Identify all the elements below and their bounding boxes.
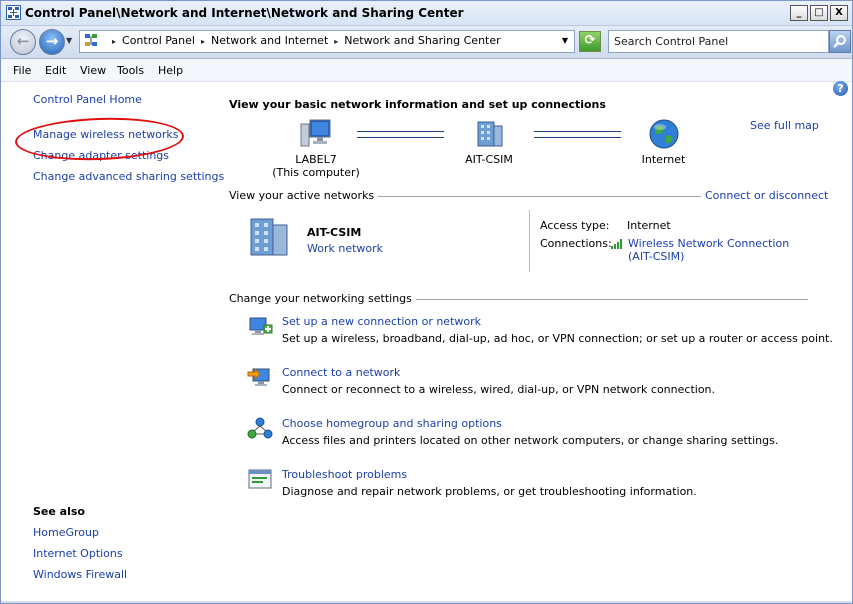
- window-title: Control Panel\Network and Internet\Netwo…: [25, 6, 464, 20]
- breadcrumb-network-and-internet[interactable]: Network and Internet: [211, 34, 328, 47]
- network-building-icon: [477, 121, 503, 147]
- globe-icon: [649, 119, 678, 149]
- window-bottom-border: [1, 601, 852, 603]
- menu-view[interactable]: View: [80, 64, 106, 77]
- network-center-icon: [6, 5, 21, 20]
- address-bar[interactable]: ▸ Control Panel ▸ Network and Internet ▸ Netw…: [79, 30, 575, 53]
- vertical-divider: [529, 210, 530, 272]
- active-network-name: AIT-CSIM: [307, 226, 362, 239]
- wireless-connection-link[interactable]: Wireless Network Connection: [628, 237, 789, 250]
- troubleshoot-problems-link[interactable]: Troubleshoot problems: [282, 468, 407, 481]
- access-type-label: Access type:: [540, 219, 610, 232]
- connect-network-icon: [247, 367, 270, 386]
- change-advanced-sharing-settings-link[interactable]: Change advanced sharing settings: [33, 170, 224, 183]
- chevron-right-icon[interactable]: ▸: [334, 37, 338, 46]
- search-placeholder: Search Control Panel: [614, 35, 729, 48]
- connect-or-disconnect-link[interactable]: Connect or disconnect: [701, 189, 829, 202]
- address-history-dropdown[interactable]: ▼: [562, 36, 568, 45]
- computer-sublabel: (This computer): [272, 166, 360, 179]
- title-bar: Control Panel\Network and Internet\Netwo…: [1, 1, 852, 26]
- control-panel-icon: [85, 34, 97, 46]
- breadcrumb-network-and-sharing-center[interactable]: Network and Sharing Center: [344, 34, 500, 47]
- address-toolbar: ← → ▼ ▸ Control Panel ▸ Network and Interne…: [1, 26, 852, 59]
- control-panel-home-link[interactable]: Control Panel Home: [33, 93, 142, 106]
- breadcrumb-control-panel[interactable]: Control Panel: [122, 34, 195, 47]
- forward-arrow-icon: →: [45, 32, 59, 50]
- internet-options-link[interactable]: Internet Options: [33, 547, 123, 560]
- window: Control Panel\Network and Internet\Netwo…: [0, 0, 853, 604]
- networking-settings-heading: Change your networking settings: [229, 292, 416, 305]
- menu-help[interactable]: Help: [158, 64, 183, 77]
- page-title: View your basic network information and …: [229, 98, 606, 111]
- homegroup-icon: [247, 417, 273, 439]
- minimize-button[interactable]: _: [790, 5, 808, 21]
- back-arrow-icon: ←: [16, 32, 30, 50]
- back-button[interactable]: ←: [10, 29, 36, 55]
- homegroup-options-link[interactable]: Choose homegroup and sharing options: [282, 417, 502, 430]
- windows-firewall-link[interactable]: Windows Firewall: [33, 568, 127, 581]
- map-connection-line: [357, 131, 444, 138]
- new-connection-icon: [249, 317, 273, 335]
- help-icon[interactable]: ?: [833, 81, 848, 96]
- recent-pages-dropdown[interactable]: ▼: [66, 36, 72, 45]
- map-node-computer: LABEL7 (This computer): [271, 118, 361, 179]
- breadcrumb: ▸ Control Panel ▸ Network and Internet ▸ Netw…: [106, 34, 501, 47]
- see-also-heading: See also: [33, 505, 85, 518]
- connect-to-network-description: Connect or reconnect to a wireless, wire…: [282, 383, 716, 396]
- close-button[interactable]: X: [830, 5, 848, 21]
- menu-bar: File Edit View Tools Help: [1, 59, 852, 82]
- network-type-link[interactable]: Work network: [307, 242, 383, 255]
- access-type-value: Internet: [627, 219, 671, 232]
- active-networks-heading: View your active networks: [229, 189, 379, 202]
- setup-connection-description: Set up a wireless, broadband, dial-up, a…: [282, 332, 833, 345]
- network-label: AIT-CSIM: [465, 153, 513, 166]
- window-controls: _ □ X: [790, 5, 848, 21]
- work-network-icon[interactable]: [247, 215, 295, 259]
- see-full-map-link[interactable]: See full map: [750, 119, 819, 132]
- map-node-internet: Internet: [626, 118, 701, 166]
- setup-connection-link[interactable]: Set up a new connection or network: [282, 315, 481, 328]
- chevron-right-icon[interactable]: ▸: [201, 37, 205, 46]
- search-icon: [833, 35, 846, 48]
- map-connection-line: [534, 131, 621, 138]
- chevron-right-icon[interactable]: ▸: [112, 37, 116, 46]
- refresh-button[interactable]: ⟳: [579, 31, 601, 52]
- computer-icon: [300, 119, 331, 147]
- wireless-connection-ssid[interactable]: (AIT-CSIM): [628, 250, 684, 263]
- homegroup-link[interactable]: HomeGroup: [33, 526, 99, 539]
- search-button[interactable]: [829, 30, 851, 53]
- troubleshoot-problems-description: Diagnose and repair network problems, or…: [282, 485, 697, 498]
- internet-label: Internet: [641, 153, 686, 166]
- computer-name: LABEL7: [295, 153, 337, 166]
- refresh-icon: ⟳: [584, 33, 596, 48]
- connections-label: Connections:: [540, 237, 612, 250]
- menu-edit[interactable]: Edit: [45, 64, 66, 77]
- wifi-signal-icon: [611, 239, 622, 249]
- connect-to-network-link[interactable]: Connect to a network: [282, 366, 400, 379]
- menu-tools[interactable]: Tools: [117, 64, 144, 77]
- search-input[interactable]: Search Control Panel: [608, 30, 829, 53]
- maximize-button[interactable]: □: [810, 5, 828, 21]
- homegroup-options-description: Access files and printers located on oth…: [282, 434, 779, 447]
- forward-button[interactable]: →: [39, 29, 65, 55]
- troubleshoot-icon: [248, 469, 272, 489]
- map-node-network: AIT-CSIM: [449, 118, 529, 166]
- menu-file[interactable]: File: [13, 64, 31, 77]
